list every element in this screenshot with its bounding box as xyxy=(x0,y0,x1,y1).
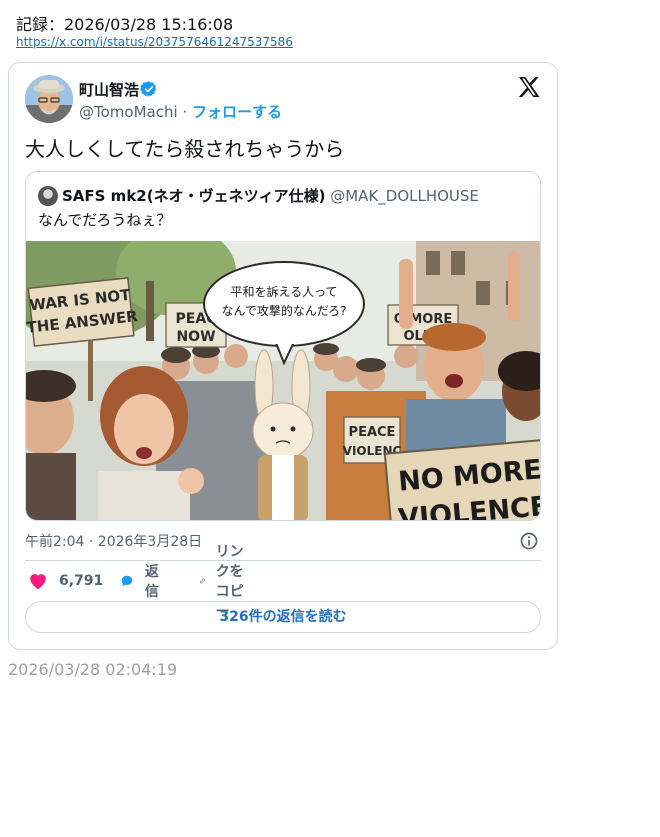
copy-link-button[interactable]: リンクをコピー xyxy=(199,544,245,620)
avatar-image xyxy=(25,75,73,123)
handle-separator: · xyxy=(177,103,192,121)
info-icon[interactable] xyxy=(519,531,539,551)
quote-author-avatar[interactable] xyxy=(38,186,58,206)
reply-label: 返信 xyxy=(144,564,159,600)
verified-badge-icon xyxy=(140,81,157,97)
like-count: 6,791 xyxy=(59,573,104,589)
sign-peace2-line1: PEACE xyxy=(349,425,396,440)
author-avatar[interactable] xyxy=(25,75,73,123)
quote-author-row: SAFS mk2(ネオ・ヴェネツィア仕様) @MAK_DOLLHOUSE xyxy=(62,185,479,206)
quote-illustration[interactable]: WAR IS NOT THE ANSWER PEAC NOW O MORE OL… xyxy=(26,241,541,521)
tweet-timestamp[interactable]: 午前2:04 · 2026年3月28日 xyxy=(25,531,202,551)
quoted-tweet[interactable]: SAFS mk2(ネオ・ヴェネツィア仕様) @MAK_DOLLHOUSE なんで… xyxy=(25,171,541,521)
follow-button[interactable]: フォローする xyxy=(192,103,282,121)
author-handle[interactable]: @TomoMachi xyxy=(79,103,178,121)
quote-author-name[interactable]: SAFS mk2(ネオ・ヴェネツィア仕様) xyxy=(62,187,325,205)
reply-button[interactable]: 返信 xyxy=(119,564,165,600)
like-button[interactable]: 6,791 xyxy=(27,569,103,593)
quote-author-handle[interactable]: @MAK_DOLLHOUSE xyxy=(330,187,479,205)
quote-text: なんでだろうねぇ？ xyxy=(38,211,172,229)
divider xyxy=(25,560,541,561)
record-url-link[interactable]: https://x.com/i/status/20375764612475375… xyxy=(16,35,293,49)
reply-bubble-icon xyxy=(121,575,133,587)
tweet-text: 大人しくしてたら殺されちゃうから xyxy=(25,137,345,161)
heart-icon xyxy=(30,574,46,590)
read-replies-button[interactable]: 326件の返信を読む xyxy=(25,601,541,633)
x-logo-icon[interactable] xyxy=(517,75,541,99)
footer-timestamp: 2026/03/28 02:04:19 xyxy=(8,660,178,679)
record-timestamp: 記録：2026/03/28 15:16:08 xyxy=(16,15,234,34)
sign-peace-line2: NOW xyxy=(176,329,215,345)
link-icon xyxy=(199,578,205,584)
author-handle-row: @TomoMachi · フォローする xyxy=(79,101,282,122)
author-name[interactable]: 町山智浩 xyxy=(79,79,139,100)
speech-bubble-line2: なんで攻撃的なんだろ? xyxy=(221,303,346,318)
tweet-card: 町山智浩 @TomoMachi · フォローする 大人しくしてたら殺されちゃうか… xyxy=(8,62,558,650)
speech-bubble-line1: 平和を訴える人って xyxy=(230,284,337,299)
